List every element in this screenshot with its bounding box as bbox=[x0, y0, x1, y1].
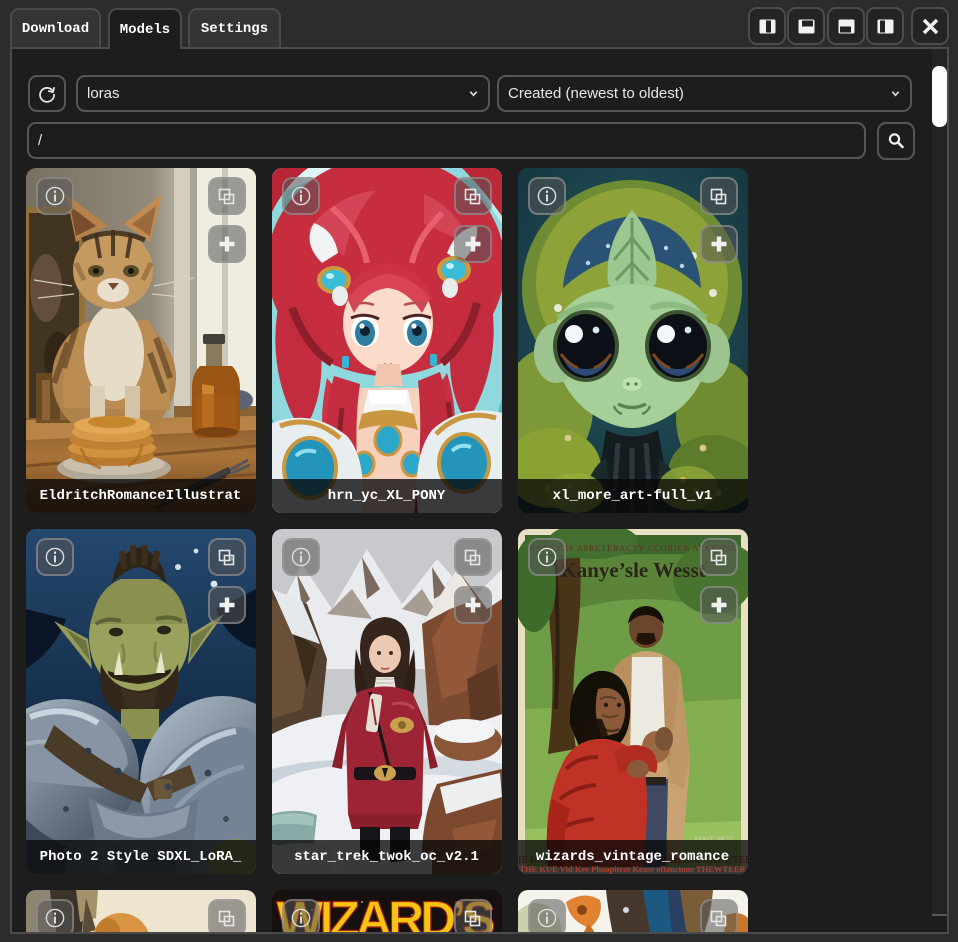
svg-text:Kanye’sle Wesst: Kanye’sle Wesst bbox=[560, 558, 705, 582]
